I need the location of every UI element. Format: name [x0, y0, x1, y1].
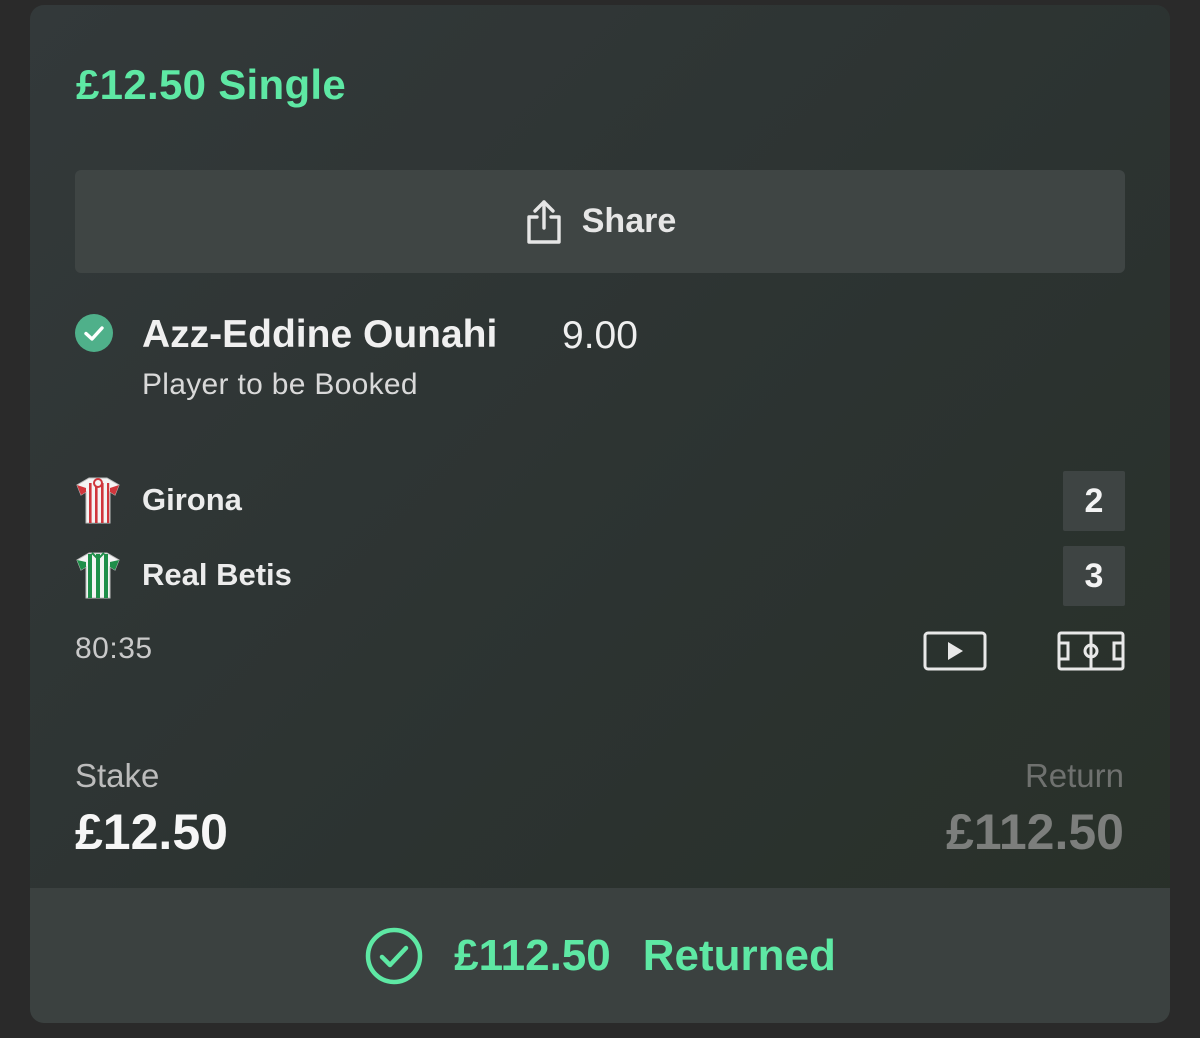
- play-icon[interactable]: [923, 631, 987, 671]
- team-row-away: Real Betis 3: [75, 546, 1125, 606]
- selection: Azz-Eddine Ounahi 9.00 Player to be Book…: [75, 310, 1125, 420]
- return-label: Return: [1024, 757, 1124, 794]
- return-value: £112.50: [946, 804, 1124, 860]
- team-name-home: Girona: [142, 482, 242, 517]
- returned-banner: £112.50 Returned: [30, 888, 1170, 1023]
- returned-amount: £112.50: [454, 930, 611, 980]
- share-button[interactable]: Share: [75, 170, 1125, 273]
- bet-card: £12.50 Single Share Azz-Eddine Ounahi 9.…: [30, 5, 1170, 1023]
- selection-odds: 9.00: [562, 314, 638, 357]
- betis-kit-icon: [76, 552, 120, 599]
- selection-market: Player to be Booked: [142, 368, 418, 401]
- girona-kit-icon: [76, 477, 120, 524]
- score-away: 3: [1063, 546, 1125, 606]
- returned-label: Returned: [642, 930, 836, 980]
- selection-name: Azz-Eddine Ounahi: [142, 313, 498, 356]
- score-home: 2: [1063, 471, 1125, 531]
- team-name-away: Real Betis: [142, 557, 292, 592]
- pitch-icon[interactable]: [1057, 631, 1125, 671]
- match-clock: 80:35: [75, 632, 153, 665]
- check-circle-icon: [75, 314, 113, 352]
- team-row-home: Girona 2: [75, 471, 1125, 531]
- check-circle-outline-icon: [365, 927, 423, 984]
- stake-value: £12.50: [75, 804, 228, 860]
- share-icon: [527, 199, 561, 244]
- stake-label: Stake: [75, 757, 160, 794]
- bet-title: £12.50 Single: [76, 61, 347, 108]
- share-label: Share: [581, 202, 677, 240]
